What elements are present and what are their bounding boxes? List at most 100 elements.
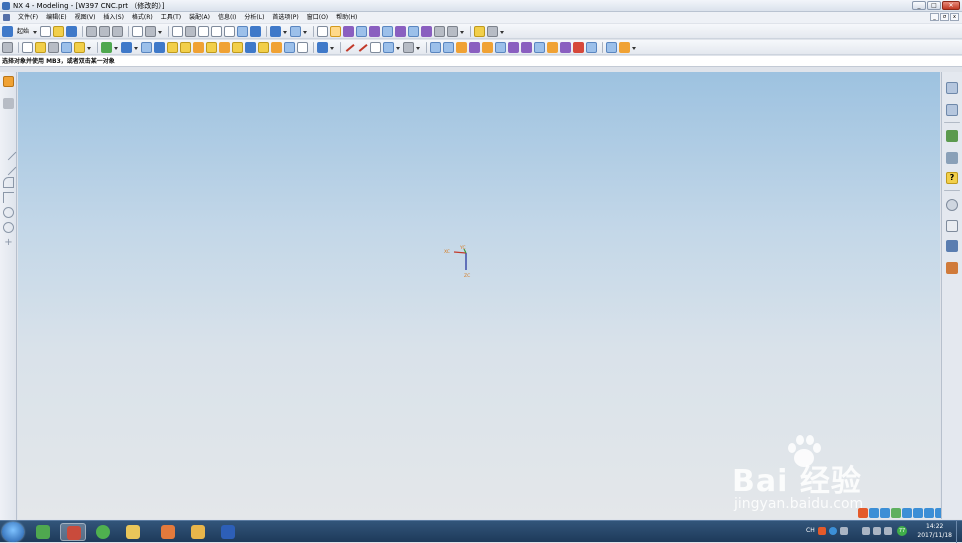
mdi-close-button[interactable]: x [950, 13, 959, 21]
circle-tool-2-icon[interactable] [3, 222, 14, 233]
thicken-icon[interactable] [297, 42, 308, 53]
tray-help-icon[interactable] [829, 527, 837, 535]
cut-icon[interactable] [86, 26, 98, 37]
web-browser-icon[interactable] [946, 130, 958, 142]
save-icon[interactable] [66, 26, 78, 37]
taskbar-app-word[interactable] [215, 523, 241, 541]
show-desktop-button[interactable] [956, 521, 962, 543]
menu-preferences[interactable]: 首选项(P) [268, 12, 302, 23]
render-style-icon[interactable] [250, 26, 262, 37]
line-tool-icon[interactable] [0, 144, 17, 161]
offset-face-icon[interactable] [284, 42, 295, 53]
ime-mic-icon[interactable] [891, 508, 901, 518]
tray-settings-icon[interactable] [840, 527, 848, 535]
snap-point-icon[interactable] [317, 26, 329, 37]
tray-ime-icon[interactable] [818, 527, 826, 535]
block-icon[interactable] [141, 42, 152, 53]
sew-icon[interactable] [508, 42, 519, 53]
perspective-icon[interactable] [237, 26, 249, 37]
minimize-button[interactable]: _ [912, 1, 926, 10]
open-folder-icon[interactable] [53, 26, 65, 37]
chevron-down-icon[interactable] [416, 42, 420, 53]
ruled-icon[interactable] [443, 42, 454, 53]
circle-tool-icon[interactable] [3, 207, 14, 218]
menu-help[interactable]: 帮助(H) [332, 12, 361, 23]
copy-icon[interactable] [99, 26, 111, 37]
chevron-down-icon[interactable] [303, 26, 308, 37]
select-mode-icon[interactable] [330, 26, 342, 37]
tray-network-icon[interactable] [862, 527, 870, 535]
taskbar-app-nx[interactable] [60, 523, 86, 541]
unite-icon[interactable] [101, 42, 112, 53]
line-tool-2-icon[interactable] [0, 159, 17, 176]
fit-view-icon[interactable] [172, 26, 184, 37]
shell-icon[interactable] [219, 42, 230, 53]
extension-icon[interactable] [534, 42, 545, 53]
chevron-down-icon[interactable] [632, 42, 636, 53]
draft-icon[interactable] [232, 42, 243, 53]
chamfer-icon[interactable] [206, 42, 217, 53]
tray-signal-icon[interactable] [873, 527, 881, 535]
mesh-icon[interactable] [469, 42, 480, 53]
menu-view[interactable]: 视图(V) [71, 12, 100, 23]
tray-language[interactable]: CH [806, 527, 815, 534]
surface-icon[interactable] [430, 42, 441, 53]
ime-mode-icon[interactable] [869, 508, 879, 518]
zoom-icon[interactable] [198, 26, 210, 37]
layer-settings-icon[interactable] [474, 26, 486, 37]
offset-surface-icon[interactable] [560, 42, 571, 53]
move-icon[interactable] [3, 98, 14, 109]
extrude-icon[interactable] [22, 42, 33, 53]
hole-icon[interactable] [61, 42, 72, 53]
snap-control-icon[interactable] [369, 26, 381, 37]
roles-icon[interactable] [946, 240, 958, 252]
snap-intersect-icon[interactable] [382, 26, 394, 37]
menu-assembly[interactable]: 装配(A) [185, 12, 214, 23]
windows-start-icon[interactable] [2, 522, 24, 542]
analysis-icon[interactable] [606, 42, 617, 53]
help-icon[interactable]: ? [946, 172, 958, 184]
bounded-plane-icon[interactable] [495, 42, 506, 53]
ime-punct-icon[interactable] [880, 508, 890, 518]
snap-mid-icon[interactable] [356, 26, 368, 37]
tray-volume-icon[interactable] [884, 527, 892, 535]
through-curves-icon[interactable] [456, 42, 467, 53]
taskbar-app-1[interactable] [30, 523, 56, 541]
snap-curve-icon[interactable] [434, 26, 446, 37]
menu-analysis[interactable]: 分析(L) [240, 12, 268, 23]
ime-skin-icon[interactable] [913, 508, 923, 518]
trim-body-icon[interactable] [271, 42, 282, 53]
system-materials-icon[interactable] [946, 262, 958, 274]
part-navigator-icon[interactable] [946, 104, 958, 116]
menu-window[interactable]: 窗口(O) [303, 12, 332, 23]
swept-icon[interactable] [482, 42, 493, 53]
face-blend-icon[interactable] [521, 42, 532, 53]
menu-insert[interactable]: 插入(S) [99, 12, 128, 23]
pattern-icon[interactable] [245, 42, 256, 53]
snap-center-icon[interactable] [395, 26, 407, 37]
close-button[interactable]: ✕ [942, 1, 960, 10]
measure-icon[interactable] [619, 42, 630, 53]
revolve-icon[interactable] [35, 42, 46, 53]
transform-icon[interactable] [586, 42, 597, 53]
chevron-down-icon[interactable] [500, 26, 505, 37]
chevron-down-icon[interactable] [460, 26, 465, 37]
plus-icon[interactable]: + [3, 237, 14, 248]
shaded-view-icon[interactable] [270, 26, 282, 37]
zoom-window-icon[interactable] [185, 26, 197, 37]
menu-info[interactable]: 信息(I) [214, 12, 240, 23]
sweep-icon[interactable] [48, 42, 59, 53]
taskbar-app-5[interactable] [155, 523, 181, 541]
snap-face-icon[interactable] [447, 26, 459, 37]
clock-icon[interactable] [946, 199, 958, 211]
cylinder-icon[interactable] [154, 42, 165, 53]
maximize-button[interactable]: □ [927, 1, 941, 10]
curve-icon[interactable] [370, 42, 381, 53]
csys-icon[interactable] [3, 76, 14, 87]
cone-icon[interactable] [167, 42, 178, 53]
tray-clock[interactable]: 14:22 2017/11/18 [917, 522, 952, 540]
edit-object-icon[interactable] [487, 26, 499, 37]
line-icon[interactable] [344, 42, 355, 53]
ime-s-icon[interactable] [858, 508, 868, 518]
new-file-icon[interactable] [40, 26, 52, 37]
